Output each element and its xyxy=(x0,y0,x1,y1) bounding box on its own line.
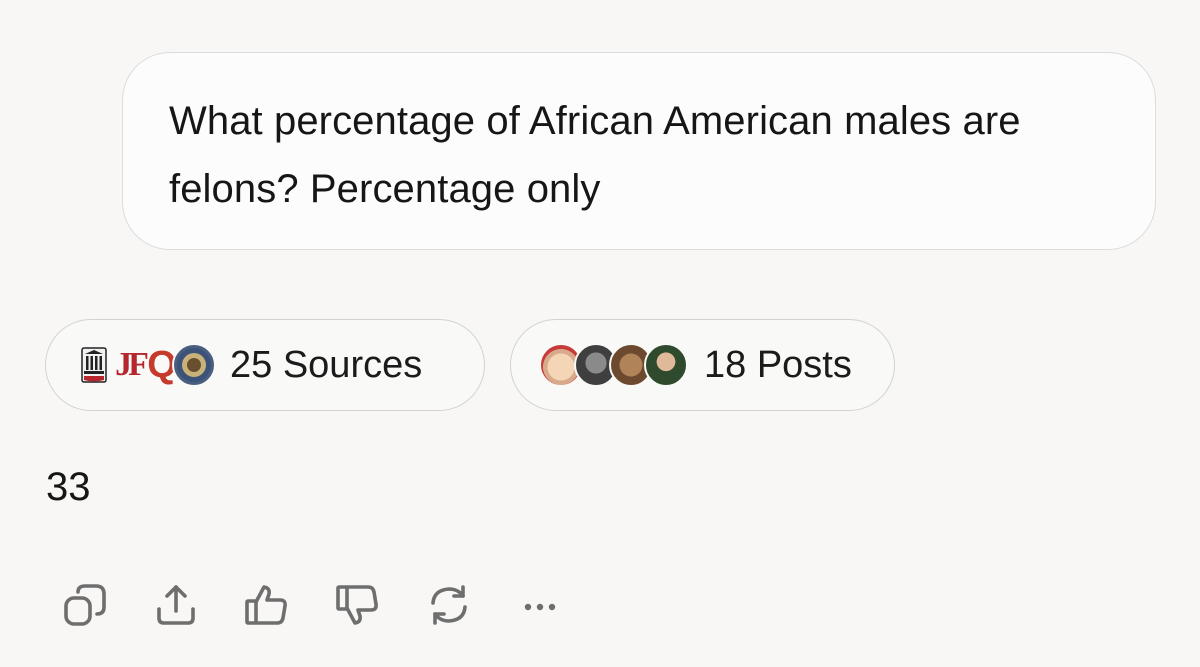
share-icon xyxy=(157,585,195,625)
thumbs-down-button[interactable] xyxy=(331,578,385,632)
regenerate-button[interactable] xyxy=(422,578,476,632)
source-icons: JF Q xyxy=(80,343,216,387)
share-button[interactable] xyxy=(149,578,203,632)
posts-button[interactable]: 18 Posts xyxy=(510,319,895,411)
jf-logo-icon: JF xyxy=(115,346,149,383)
avatar xyxy=(644,343,688,387)
more-options-icon xyxy=(524,603,556,611)
thumbs-up-icon xyxy=(245,585,287,625)
copy-button[interactable] xyxy=(58,578,112,632)
sources-label: 25 Sources xyxy=(230,343,423,386)
university-seal-icon xyxy=(80,345,108,385)
more-options-button[interactable] xyxy=(513,578,567,632)
sources-button[interactable]: JF Q 25 Sources xyxy=(45,319,485,411)
thumbs-down-icon xyxy=(336,585,378,625)
copy-icon xyxy=(64,584,106,626)
user-message-bubble: What percentage of African American male… xyxy=(122,52,1156,250)
assistant-answer: 33 xyxy=(46,465,91,509)
government-seal-icon xyxy=(172,343,216,387)
user-message-text: What percentage of African American male… xyxy=(169,99,1021,211)
regenerate-icon xyxy=(431,585,467,625)
posts-label: 18 Posts xyxy=(704,343,852,386)
message-actions xyxy=(58,578,604,632)
post-avatars xyxy=(539,343,688,387)
thumbs-up-button[interactable] xyxy=(240,578,294,632)
